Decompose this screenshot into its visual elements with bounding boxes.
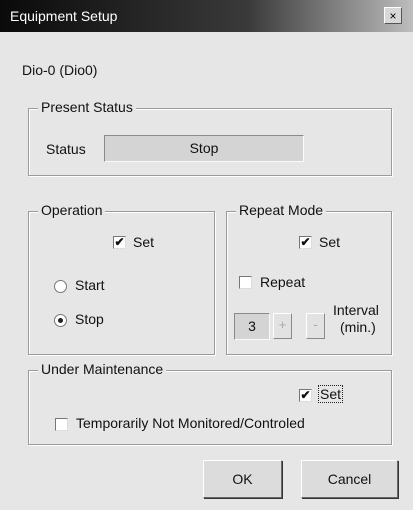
- interval-input[interactable]: 3: [234, 313, 270, 340]
- interval-decrement-button[interactable]: -: [306, 313, 325, 339]
- title-bar[interactable]: Equipment Setup ×: [0, 0, 413, 32]
- ok-button[interactable]: OK: [203, 460, 282, 498]
- interval-increment-button[interactable]: +: [273, 313, 292, 339]
- maintenance-set-label: Set: [317, 385, 344, 403]
- status-field: Stop: [104, 135, 304, 162]
- start-label: Start: [75, 277, 105, 293]
- operation-legend: Operation: [38, 202, 106, 218]
- operation-set-checkbox[interactable]: ✔: [113, 236, 126, 249]
- present-status-legend: Present Status: [38, 99, 136, 115]
- temporarily-not-monitored-checkbox[interactable]: [55, 418, 68, 431]
- interval-unit-label: (min.): [340, 319, 376, 335]
- status-label: Status: [46, 141, 86, 157]
- temporarily-not-monitored-label: Temporarily Not Monitored/Controled: [76, 415, 305, 431]
- repeat-set-label: Set: [319, 234, 341, 250]
- device-name: Dio-0 (Dio0): [22, 62, 98, 78]
- repeat-checkbox[interactable]: [239, 276, 252, 289]
- interval-label: Interval: [333, 302, 379, 318]
- stop-label: Stop: [75, 311, 104, 327]
- window-title: Equipment Setup: [10, 8, 118, 24]
- operation-set-label: Set: [133, 234, 155, 250]
- repeat-mode-legend: Repeat Mode: [236, 202, 327, 218]
- repeat-set-checkbox[interactable]: ✔: [299, 236, 312, 249]
- start-radio[interactable]: [54, 280, 67, 293]
- stop-radio[interactable]: [54, 314, 67, 327]
- cancel-button[interactable]: Cancel: [301, 460, 398, 498]
- maintenance-group: [28, 370, 392, 445]
- repeat-label: Repeat: [260, 274, 306, 290]
- maintenance-set-checkbox[interactable]: ✔: [299, 389, 312, 402]
- maintenance-legend: Under Maintenance: [38, 361, 167, 377]
- close-button[interactable]: ×: [384, 7, 402, 24]
